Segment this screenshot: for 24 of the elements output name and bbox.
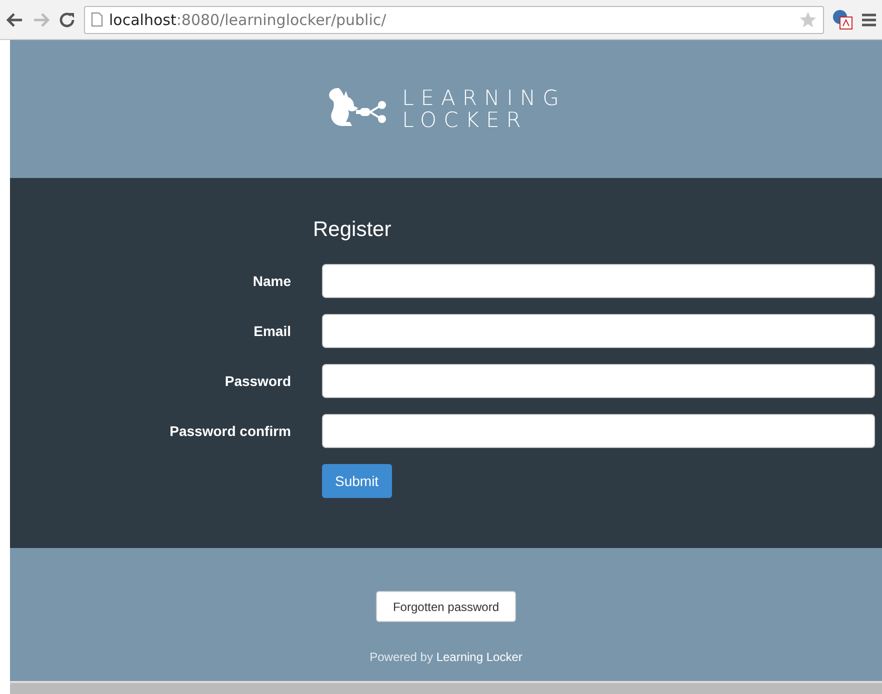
input-field[interactable]: [322, 364, 875, 398]
reload-icon[interactable]: [58, 10, 76, 28]
logo-text: LEARNING: [402, 87, 566, 109]
input-field[interactable]: [322, 264, 875, 298]
url-text: localhost:8080/learninglocker/public/: [109, 10, 388, 28]
page-icon: [91, 12, 103, 27]
back-icon[interactable]: [6, 10, 24, 28]
powered-by-text: Powered by Learning Locker: [370, 650, 522, 664]
input-field[interactable]: [322, 314, 875, 348]
input-field[interactable]: [322, 414, 875, 448]
forward-icon[interactable]: [32, 10, 50, 28]
menu-icon[interactable]: [862, 12, 876, 28]
star-icon[interactable]: [799, 10, 817, 28]
address-bar[interactable]: localhost:8080/learninglocker/public/: [84, 6, 824, 34]
horizontal-scrollbar[interactable]: [10, 683, 882, 694]
form-title: Register: [313, 218, 392, 242]
forgotten-password-button[interactable]: Forgotten password: [376, 591, 516, 622]
logo-text: LOCKER: [402, 109, 529, 131]
field-label: Password confirm: [168, 423, 292, 439]
extension-icon[interactable]: [832, 8, 854, 30]
field-label: Password: [224, 373, 292, 389]
field-label: Email: [252, 323, 292, 339]
field-label: Name: [252, 273, 292, 289]
submit-button[interactable]: Submit: [322, 464, 392, 498]
